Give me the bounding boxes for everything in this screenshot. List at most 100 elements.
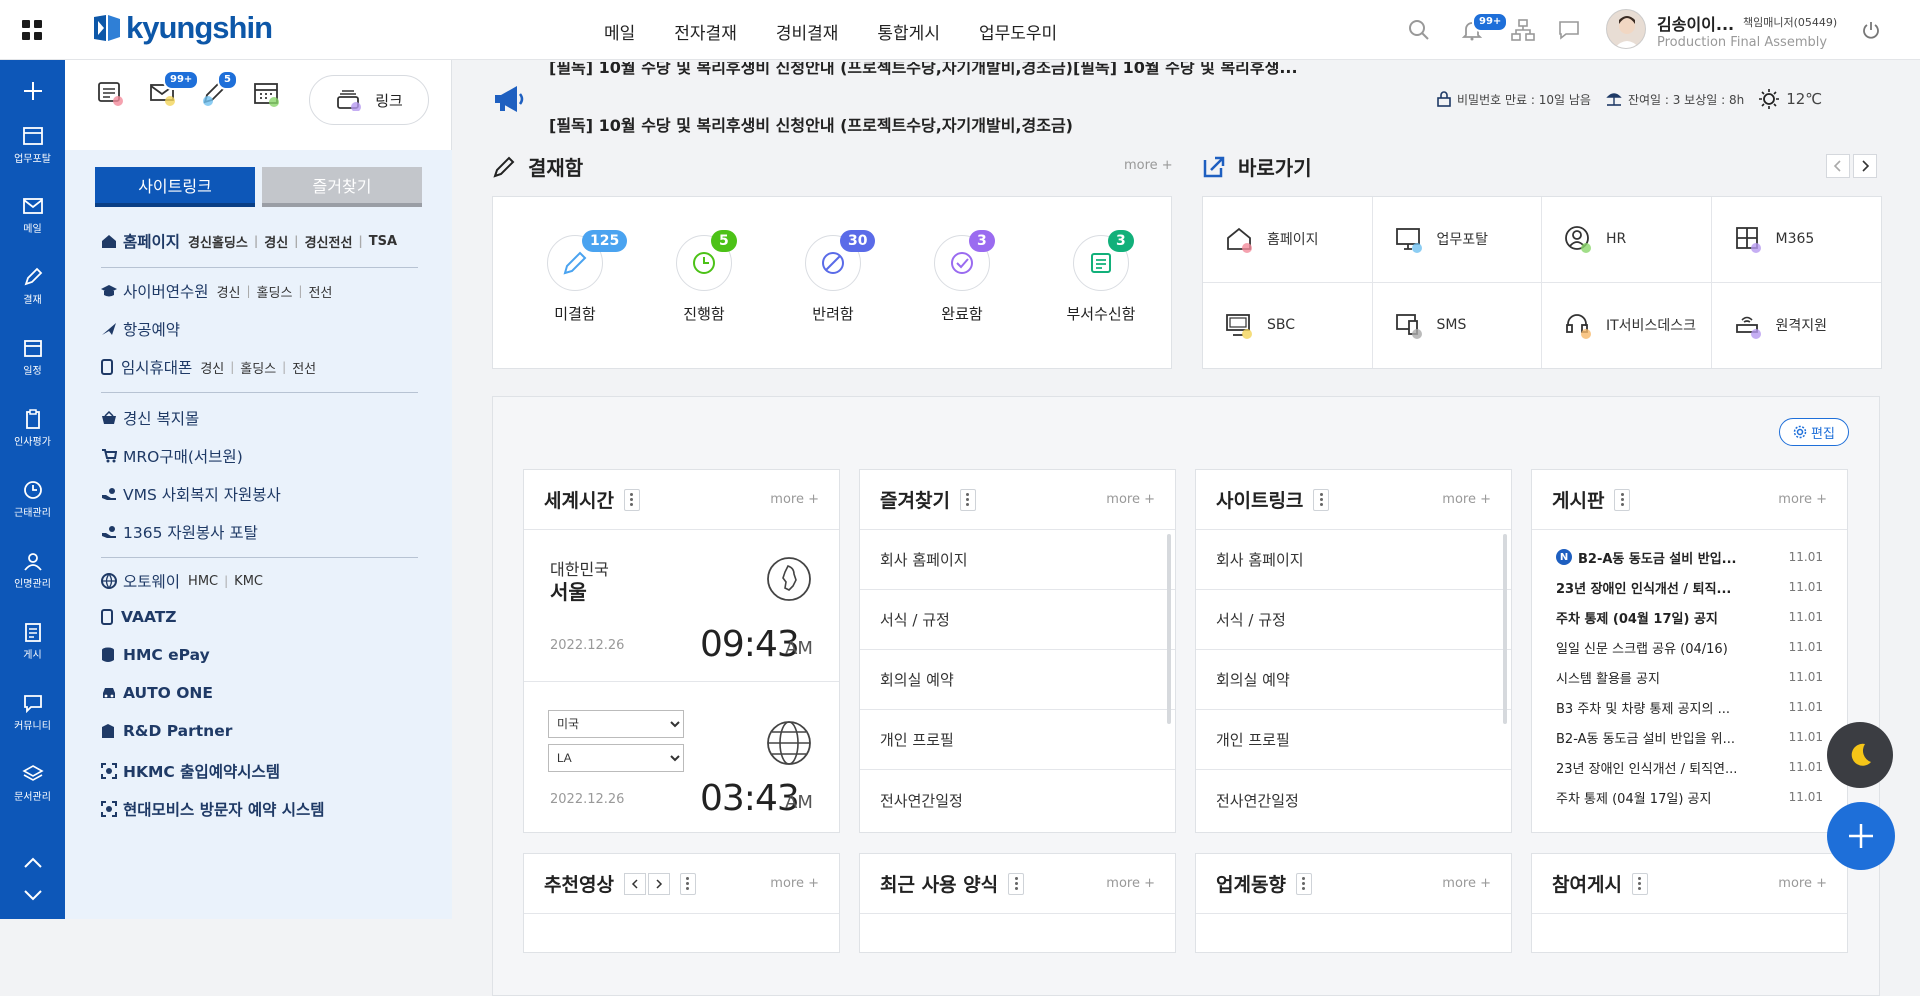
site-link-homepage[interactable]: 홈페이지 경신홀딩스 | 경신 | 경신전선 | TSA: [101, 230, 397, 252]
search-icon[interactable]: [1405, 16, 1433, 44]
video-next-button[interactable]: [647, 872, 670, 895]
site-link-vms[interactable]: VMS 사회복지 자원봉사: [101, 483, 281, 505]
power-icon[interactable]: [1857, 16, 1885, 44]
approval-dept-inbox[interactable]: 3 부서수신함: [1051, 230, 1151, 324]
site-link-rnd-partner[interactable]: R&D Partner: [101, 722, 232, 740]
nav-expense[interactable]: 경비결재: [776, 19, 839, 44]
approval-completed[interactable]: 3 완료함: [922, 230, 1002, 324]
list-item[interactable]: 회사 홈페이지: [860, 530, 1175, 590]
memo-icon[interactable]: [93, 76, 127, 110]
nav-approval[interactable]: 전자결재: [674, 19, 737, 44]
sub-link[interactable]: 경신: [200, 358, 224, 377]
app-grid-icon[interactable]: [22, 20, 42, 40]
rail-directory[interactable]: 인명관리: [0, 551, 65, 590]
edit-button[interactable]: 편집: [1779, 418, 1849, 446]
site-link-vaatz[interactable]: VAATZ: [101, 608, 177, 626]
sub-link[interactable]: 경신전선: [305, 232, 353, 251]
sub-link[interactable]: HMC: [188, 574, 218, 589]
tab-favorites[interactable]: 즐거찾기: [262, 167, 422, 207]
board-row[interactable]: 23년 장애인 인식개선 / 퇴직연... 11.01: [1532, 752, 1847, 782]
board-row[interactable]: 주차 통제 (04월 17일) 공지 11.01: [1532, 782, 1847, 812]
widget-menu-button[interactable]: [959, 488, 976, 511]
list-item[interactable]: 회사 홈페이지: [1196, 530, 1511, 590]
sub-link[interactable]: 홀딩스: [240, 358, 276, 377]
sub-link[interactable]: 경신: [217, 282, 241, 301]
sub-link[interactable]: KMC: [234, 574, 263, 589]
list-item[interactable]: 개인 프로필: [1196, 710, 1511, 770]
list-item[interactable]: 서식 / 규정: [1196, 590, 1511, 650]
sub-link[interactable]: 경신: [264, 232, 288, 251]
mail-quick-icon[interactable]: 99+: [145, 70, 200, 110]
nav-board[interactable]: 통합게시: [877, 19, 940, 44]
board-row[interactable]: 주차 통제 (04월 17일) 공지 11.01: [1532, 602, 1847, 632]
shortcut-sms[interactable]: SMS: [1373, 282, 1542, 368]
rail-evaluation[interactable]: 인사평가: [0, 409, 65, 448]
site-link-flight[interactable]: 항공예약: [101, 318, 180, 340]
nav-mail[interactable]: 메일: [604, 19, 635, 44]
site-link-welfare-mall[interactable]: 경신 복지몰: [101, 407, 199, 429]
approval-quick-icon[interactable]: 5: [197, 70, 238, 110]
board-row[interactable]: 일일 신문 스크랩 공유 (04/16) 11.01: [1532, 632, 1847, 662]
sub-link[interactable]: 전선: [308, 282, 332, 301]
list-item[interactable]: 서식 / 규정: [860, 590, 1175, 650]
widget-more-link[interactable]: more +: [770, 492, 819, 507]
sub-link[interactable]: 전선: [292, 358, 316, 377]
widget-menu-button[interactable]: [1631, 872, 1648, 895]
shortcuts-prev-button[interactable]: [1826, 154, 1850, 178]
shortcut-portal[interactable]: 업무포탈: [1372, 197, 1542, 283]
widget-more-link[interactable]: more +: [1106, 492, 1155, 507]
list-item[interactable]: 전사연간일정: [860, 770, 1175, 830]
shortcut-hr[interactable]: HR: [1542, 197, 1712, 283]
widget-menu-button[interactable]: [1313, 488, 1330, 511]
list-item[interactable]: 회의실 예약: [1196, 650, 1511, 710]
board-row[interactable]: B3 주차 및 차량 통제 공지의 ... 11.01: [1532, 692, 1847, 722]
widget-more-link[interactable]: more +: [1442, 876, 1491, 891]
rail-mail[interactable]: 메일: [0, 196, 65, 235]
sub-link[interactable]: 경신홀딩스: [188, 232, 248, 251]
rail-attendance[interactable]: 근태관리: [0, 480, 65, 519]
widget-menu-button[interactable]: [1614, 488, 1631, 511]
video-prev-button[interactable]: [623, 872, 646, 895]
site-link-autoway[interactable]: 오토웨이 HMC | KMC: [101, 570, 263, 592]
widget-more-link[interactable]: more +: [1778, 876, 1827, 891]
widget-menu-button[interactable]: [623, 488, 640, 511]
approval-in-progress[interactable]: 5 진행함: [664, 230, 744, 324]
approval-rejected[interactable]: 30 반려함: [793, 230, 876, 324]
rail-schedule[interactable]: 일정: [0, 338, 65, 377]
site-link-hkmc-access[interactable]: HKMC 출입예약시스템: [101, 760, 280, 782]
rail-scroll-down[interactable]: [0, 888, 65, 906]
rail-documents[interactable]: 문서관리: [0, 764, 65, 803]
nav-helper[interactable]: 업무도우미: [979, 19, 1057, 44]
board-row[interactable]: B2-A동 동도금 설비 반입을 위... 11.01: [1532, 722, 1847, 752]
bell-icon[interactable]: 99+: [1458, 12, 1509, 44]
shortcut-it-service-desk[interactable]: IT서비스데스크: [1542, 282, 1712, 368]
widget-more-link[interactable]: more +: [1106, 876, 1155, 891]
rail-community[interactable]: 커뮤니티: [0, 693, 65, 732]
dark-mode-button[interactable]: [1827, 722, 1893, 788]
widget-menu-button[interactable]: [1008, 872, 1025, 895]
avatar[interactable]: [1606, 9, 1646, 49]
user-name[interactable]: 김송이이...: [1657, 11, 1734, 35]
widget-menu-button[interactable]: [679, 872, 696, 895]
shortcut-homepage[interactable]: 홈페이지: [1203, 197, 1373, 283]
password-status[interactable]: 비밀번호 만료 : 10일 남음: [1436, 91, 1591, 108]
chat-icon[interactable]: [1555, 16, 1583, 44]
rail-approval[interactable]: 결재: [0, 267, 65, 306]
widget-more-link[interactable]: more +: [1442, 492, 1491, 507]
shortcut-m365[interactable]: M365: [1711, 197, 1881, 283]
board-row[interactable]: 23년 장애인 인식개선 / 퇴직... 11.01: [1532, 572, 1847, 602]
shortcut-remote-support[interactable]: 원격지원: [1712, 283, 1882, 369]
scrollbar[interactable]: [1167, 534, 1171, 724]
board-row[interactable]: 시스템 활용를 공지 11.01: [1532, 662, 1847, 692]
approval-more-link[interactable]: more +: [1124, 158, 1173, 173]
site-link-mro[interactable]: MRO구매(서브원): [101, 445, 243, 467]
calendar-quick-icon[interactable]: [249, 76, 283, 110]
leave-status[interactable]: 잔여일 : 3 보상일 : 8h: [1605, 91, 1744, 108]
widget-more-link[interactable]: more +: [770, 876, 819, 891]
approval-pending[interactable]: 125 미결함: [535, 230, 628, 324]
board-row[interactable]: N B2-A동 동도금 설비 반입... 11.01: [1532, 542, 1847, 572]
site-link-cyber-academy[interactable]: 사이버연수원 경신 | 홀딩스 | 전선: [101, 280, 332, 302]
list-item[interactable]: 개인 프로필: [860, 710, 1175, 770]
list-item[interactable]: 전사연간일정: [1196, 770, 1511, 830]
sub-link[interactable]: 홀딩스: [257, 282, 293, 301]
